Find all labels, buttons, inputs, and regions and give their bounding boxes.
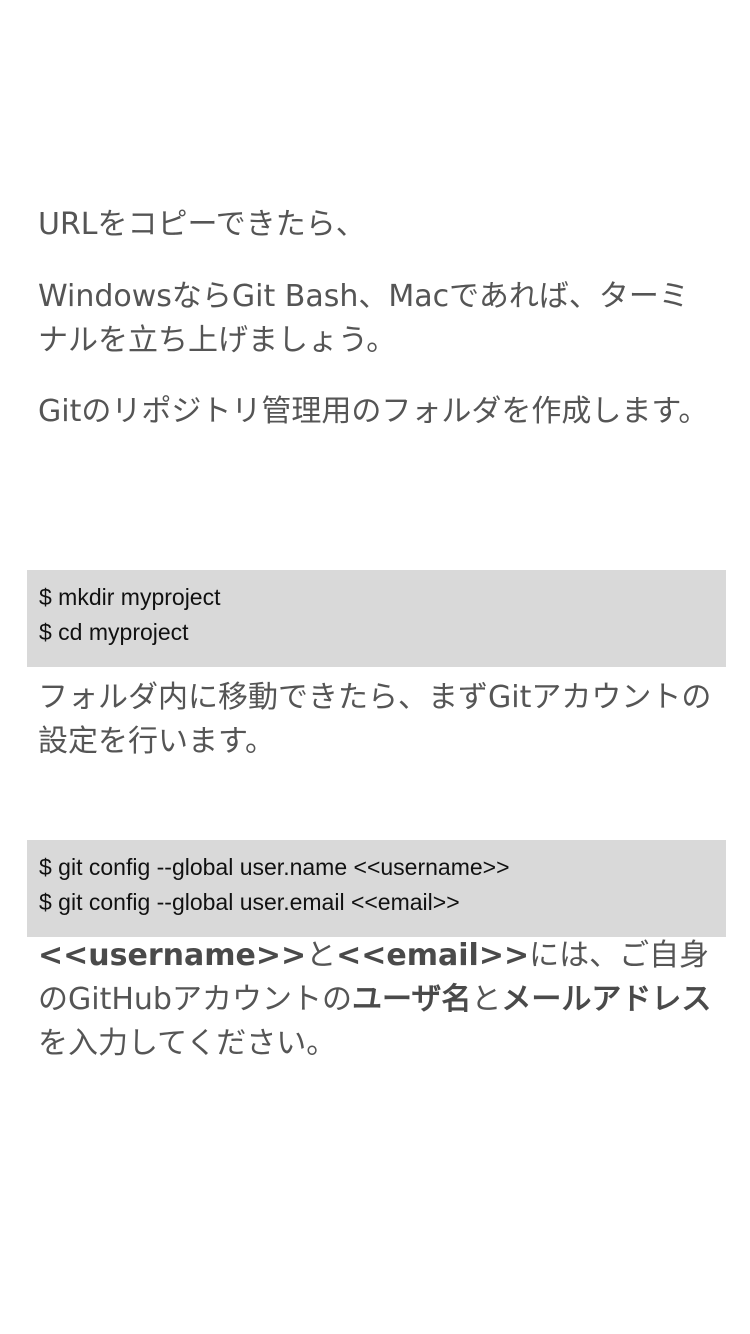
closing-text-and: と <box>471 982 502 1017</box>
code-line-config-email: $ git config --global user.email <<email… <box>39 889 460 915</box>
code-line-mkdir: $ mkdir myproject <box>39 584 221 610</box>
bold-email-label: メールアドレス <box>501 982 712 1017</box>
bold-email-placeholder: <<email>> <box>336 938 530 973</box>
intro-line-create-folder: Gitのリポジトリ管理用のフォルダを作成します。 <box>38 394 709 429</box>
code-line-cd: $ cd myproject <box>39 619 189 645</box>
closing-text-please-input: を入力してください。 <box>38 1026 337 1061</box>
intro-line-open-terminal: WindowsならGit Bash、Macであれば、ターミナルを立ち上げましょう… <box>38 279 689 358</box>
intro-line-url-copied: URLをコピーできたら、 <box>38 207 366 242</box>
code-block-git-config: $ git config --global user.name <<userna… <box>27 840 726 937</box>
code-block-mkdir: $ mkdir myproject $ cd myproject <box>27 570 726 667</box>
closing-text-to: と <box>306 938 337 973</box>
closing-paragraph-instructions: <<username>>と<<email>>には、ご自身のGitHubアカウント… <box>38 934 718 1066</box>
bold-username-placeholder: <<username>> <box>38 938 307 973</box>
bold-username-label: ユーザ名 <box>351 982 472 1017</box>
code-line-config-username: $ git config --global user.name <<userna… <box>39 854 510 880</box>
middle-paragraph-account-setup: フォルダ内に移動できたら、まずGitアカウントの設定を行います。 <box>38 680 712 759</box>
